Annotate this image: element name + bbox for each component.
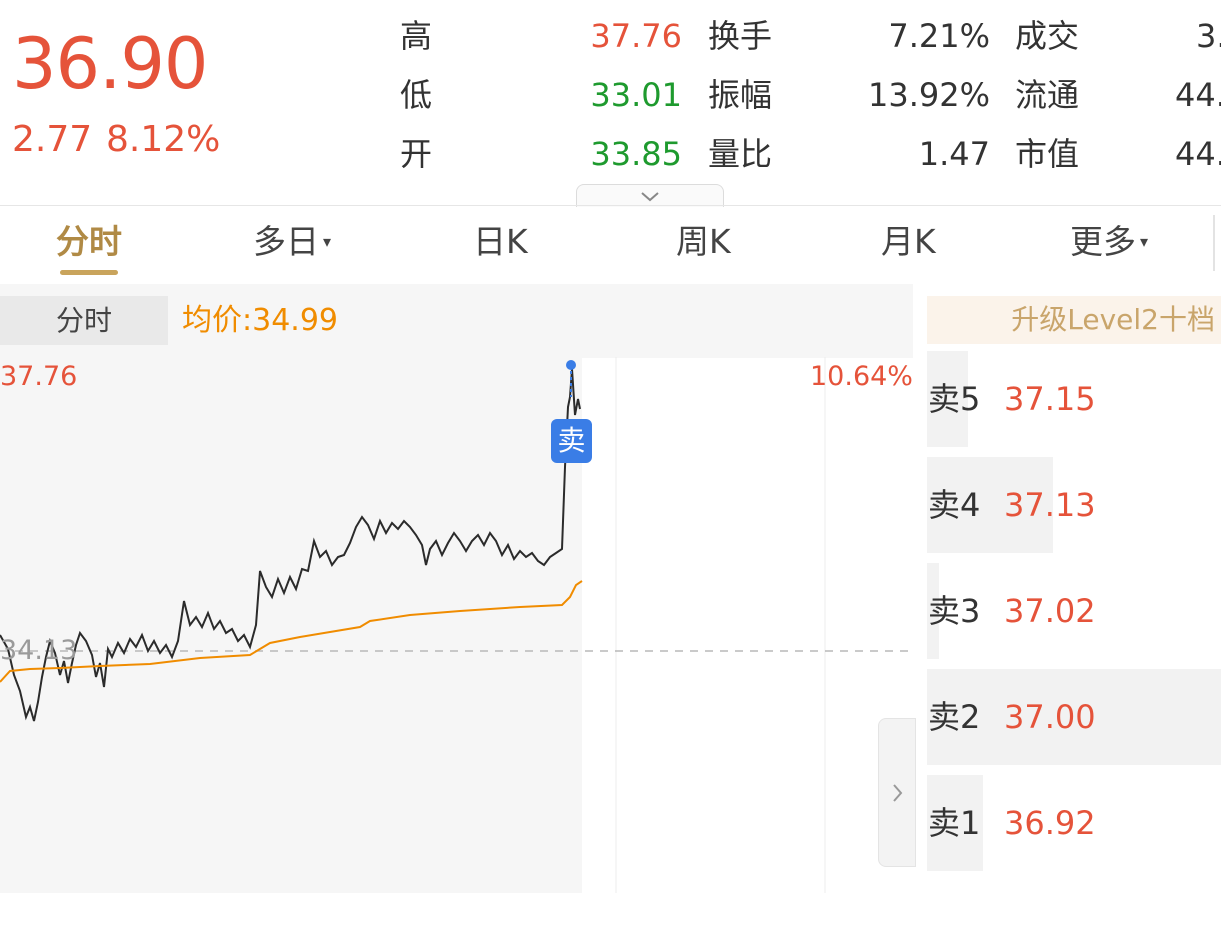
stat-market-cap-label: 市值 [1015, 135, 1080, 173]
ask-row: 卖5 37.15 [927, 351, 1221, 447]
ask-row: 卖3 37.02 [927, 563, 1221, 659]
ask-label: 卖1 [928, 804, 981, 842]
chevron-right-icon [893, 784, 903, 802]
stat-high-label: 高 [400, 17, 433, 55]
intraday-chart[interactable] [0, 357, 913, 893]
avg-price-label: 均价:34.99 [182, 303, 338, 338]
ask-label: 卖4 [928, 486, 981, 524]
stat-open-label: 开 [400, 135, 433, 173]
expand-stats-button[interactable] [576, 184, 724, 207]
ask-label: 卖5 [928, 380, 981, 418]
ask-label: 卖2 [928, 698, 981, 736]
stat-volume-label: 成交 [1015, 17, 1080, 55]
tab-separator [1213, 215, 1215, 271]
upgrade-level2-button[interactable]: 升级Level2十档 [927, 296, 1221, 344]
stat-float-value: 44. [1175, 76, 1221, 114]
session-elapsed-shade [0, 357, 582, 893]
stat-open-value: 33.85 [590, 135, 682, 173]
dropdown-icon: ▾ [323, 232, 332, 251]
ask-row: 卖1 36.92 [927, 775, 1221, 871]
stat-float-label: 流通 [1015, 76, 1080, 114]
ask-price: 37.13 [1004, 486, 1096, 524]
side-panel-toggle[interactable] [878, 718, 916, 867]
tab-daily-k[interactable]: 日K [473, 218, 528, 266]
current-price: 36.90 [12, 23, 208, 105]
tab-active-indicator [60, 270, 118, 275]
stat-high-value: 37.76 [590, 17, 682, 55]
tab-more[interactable]: 更多 ▾ [1070, 218, 1148, 266]
stat-volume-ratio-label: 量比 [708, 135, 773, 173]
ask-price: 37.00 [1004, 698, 1096, 736]
tab-multi-day[interactable]: 多日 ▾ [253, 218, 331, 266]
chevron-down-icon [641, 192, 659, 202]
stat-market-cap-value: 44. [1175, 135, 1221, 173]
ask-price: 37.15 [1004, 380, 1096, 418]
axis-high-percent: 10.64% [810, 361, 913, 392]
stat-amplitude-label: 振幅 [708, 76, 773, 114]
ask-label: 卖3 [928, 592, 981, 630]
axis-prev-close: 34.13 [0, 635, 78, 666]
header-divider [0, 205, 1221, 206]
tab-monthly-k[interactable]: 月K [881, 218, 936, 266]
ask-row: 卖2 37.00 [927, 669, 1221, 765]
dropdown-icon: ▾ [1140, 232, 1149, 251]
tab-weekly-k[interactable]: 周K [676, 218, 731, 266]
ask-price: 37.02 [1004, 592, 1096, 630]
stat-volume-ratio-value: 1.47 [918, 135, 990, 173]
intraday-chart-svg [0, 357, 913, 893]
high-point-dot [566, 360, 576, 370]
intraday-mode-label[interactable]: 分时 [0, 296, 168, 345]
sell-signal-marker[interactable]: 卖 [551, 419, 592, 463]
tab-intraday[interactable]: 分时 [56, 218, 122, 266]
stat-turnover-value: 7.21% [888, 17, 990, 55]
stat-low-label: 低 [400, 76, 433, 114]
stat-volume-value: 3. [1196, 17, 1221, 55]
axis-high-price: 37.76 [0, 361, 78, 392]
stat-turnover-label: 换手 [708, 17, 773, 55]
price-change: 2.77 [12, 119, 93, 160]
ask-price: 36.92 [1004, 804, 1096, 842]
stat-amplitude-value: 13.92% [867, 76, 990, 114]
stat-low-value: 33.01 [590, 76, 682, 114]
ask-row: 卖4 37.13 [927, 457, 1221, 553]
price-change-percent: 8.12% [106, 119, 221, 160]
